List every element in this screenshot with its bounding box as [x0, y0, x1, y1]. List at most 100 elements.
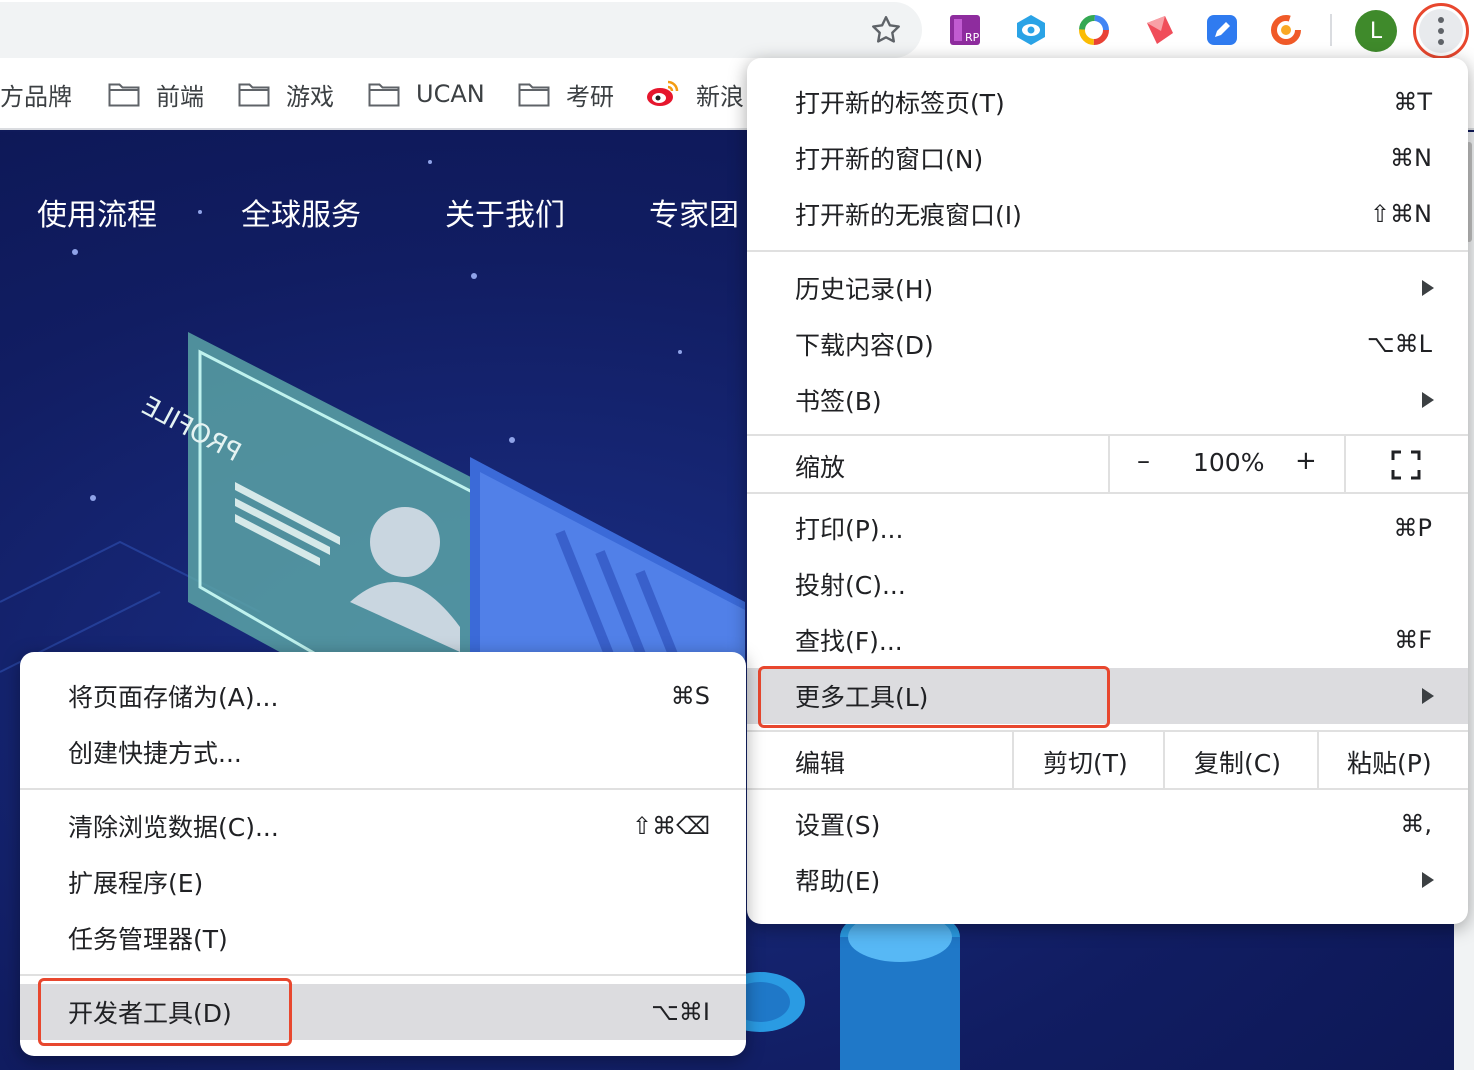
submenu-arrow-icon	[1422, 392, 1434, 408]
submenu-arrow-icon	[1422, 688, 1434, 704]
browser-toolbar: RP L	[0, 0, 1474, 62]
submenu-arrow-icon	[1422, 872, 1434, 888]
menu-item-downloads[interactable]: 下载内容(D) ⌥⌘L	[747, 316, 1468, 372]
zoom-out-button[interactable]: –	[1137, 446, 1150, 476]
menu-separator	[20, 788, 746, 790]
menu-shortcut: ⇧⌘⌫	[631, 812, 710, 840]
nav-item[interactable]: 使用流程	[37, 190, 157, 234]
menu-zoom-row: 缩放 – 100% +	[747, 436, 1468, 492]
paste-button[interactable]: 粘贴(P)	[1347, 744, 1432, 780]
more-vert-icon	[1419, 9, 1463, 53]
menu-separator	[747, 788, 1468, 790]
annotation-highlight-box	[758, 666, 1110, 728]
menu-item-new-window[interactable]: 打开新的窗口(N) ⌘N	[747, 130, 1468, 186]
menu-item-print[interactable]: 打印(P)... ⌘P	[747, 500, 1468, 556]
menu-shortcut: ⌘N	[1390, 144, 1432, 172]
zoom-in-button[interactable]: +	[1295, 446, 1317, 476]
bookmark-label: 方品牌	[0, 82, 72, 111]
orange-ring-extension-icon[interactable]	[1269, 13, 1303, 47]
bookmark-folder[interactable]: 前端	[108, 76, 204, 112]
menu-label: 任务管理器(T)	[68, 925, 228, 954]
menu-item-history[interactable]: 历史记录(H)	[747, 260, 1468, 316]
menu-separator	[747, 492, 1468, 494]
menu-label: 历史记录(H)	[795, 275, 934, 304]
copy-button[interactable]: 复制(C)	[1194, 744, 1281, 780]
color-ring-extension-icon[interactable]	[1077, 13, 1111, 47]
menu-separator	[747, 250, 1468, 252]
menu-item-save-page[interactable]: 将页面存储为(A)... ⌘S	[20, 668, 746, 724]
menu-item-task-manager[interactable]: 任务管理器(T)	[20, 910, 746, 966]
nav-item[interactable]: 关于我们	[445, 190, 565, 234]
profile-avatar[interactable]: L	[1355, 10, 1397, 52]
zoom-divider	[1108, 436, 1110, 492]
bookmark-item[interactable]: 方品牌	[0, 76, 72, 112]
menu-item-create-shortcut[interactable]: 创建快捷方式...	[20, 724, 746, 780]
bookmark-label: 游戏	[286, 82, 334, 111]
menu-item-bookmarks[interactable]: 书签(B)	[747, 372, 1468, 428]
bookmark-label: UCAN	[416, 80, 485, 108]
menu-item-new-tab[interactable]: 打开新的标签页(T) ⌘T	[747, 74, 1468, 130]
menu-label: 查找(F)...	[795, 627, 903, 656]
nav-item[interactable]: 全球服务	[241, 190, 361, 234]
menu-shortcut: ⌘T	[1393, 88, 1432, 116]
folder-icon	[518, 83, 550, 107]
red-shape-extension-icon[interactable]	[1143, 13, 1177, 47]
more-tools-submenu: 将页面存储为(A)... ⌘S 创建快捷方式... 清除浏览数据(C)... ⇧…	[20, 652, 746, 1056]
folder-icon	[108, 83, 140, 107]
menu-label: 扩展程序(E)	[68, 869, 204, 898]
menu-shortcut: ⌘S	[670, 682, 710, 710]
bookmark-label: 新浪	[696, 82, 744, 111]
menu-label: 打开新的标签页(T)	[795, 89, 1005, 118]
menu-separator	[20, 974, 746, 976]
address-bar[interactable]	[0, 2, 922, 58]
eye-extension-icon[interactable]	[1014, 13, 1048, 47]
bookmark-star-icon[interactable]	[868, 12, 904, 48]
fullscreen-icon[interactable]	[1391, 450, 1421, 480]
menu-label: 将页面存储为(A)...	[68, 683, 279, 712]
nav-item[interactable]: 专家团	[649, 190, 739, 234]
toolbar-divider	[1330, 14, 1332, 46]
menu-item-find[interactable]: 查找(F)... ⌘F	[747, 612, 1468, 668]
menu-label: 书签(B)	[795, 387, 882, 416]
bookmark-label: 前端	[156, 82, 204, 111]
menu-label: 打开新的窗口(N)	[795, 145, 984, 174]
menu-shortcut: ⌥⌘L	[1366, 330, 1432, 358]
menu-label: 帮助(E)	[795, 867, 881, 896]
menu-item-cast[interactable]: 投射(C)...	[747, 556, 1468, 612]
menu-label: 打印(P)...	[795, 515, 904, 544]
weibo-icon	[647, 80, 679, 106]
menu-edit-row: 编辑 剪切(T) 复制(C) 粘贴(P)	[747, 732, 1468, 788]
menu-item-help[interactable]: 帮助(E)	[747, 852, 1468, 908]
edit-divider	[1317, 732, 1319, 788]
zoom-label: 缩放	[795, 453, 846, 482]
menu-label: 下载内容(D)	[795, 331, 934, 360]
submenu-arrow-icon	[1422, 280, 1434, 296]
edit-divider	[1012, 732, 1014, 788]
chrome-menu-button[interactable]	[1413, 3, 1469, 59]
menu-shortcut: ⌥⌘I	[651, 998, 710, 1026]
rp-extension-icon[interactable]: RP	[948, 13, 982, 47]
annotation-highlight-box	[38, 978, 292, 1046]
menu-label: 设置(S)	[795, 811, 881, 840]
menu-item-extensions[interactable]: 扩展程序(E)	[20, 854, 746, 910]
cut-button[interactable]: 剪切(T)	[1043, 744, 1128, 780]
bookmark-folder[interactable]: UCAN	[368, 76, 485, 112]
bookmark-folder[interactable]: 考研	[518, 76, 614, 112]
menu-shortcut: ⌘P	[1393, 514, 1432, 542]
bookmark-item[interactable]: 新浪	[646, 76, 744, 112]
folder-icon	[238, 83, 270, 107]
bookmark-label: 考研	[566, 82, 614, 111]
menu-item-clear-browsing-data[interactable]: 清除浏览数据(C)... ⇧⌘⌫	[20, 798, 746, 854]
svg-text:RP: RP	[965, 31, 980, 44]
bookmark-folder[interactable]: 游戏	[238, 76, 334, 112]
menu-label: 清除浏览数据(C)...	[68, 813, 279, 842]
zoom-level: 100%	[1193, 448, 1265, 477]
folder-icon	[368, 83, 400, 107]
menu-item-incognito[interactable]: 打开新的无痕窗口(I) ⇧⌘N	[747, 186, 1468, 242]
blue-pen-extension-icon[interactable]	[1205, 13, 1239, 47]
edit-label: 编辑	[795, 749, 846, 778]
chrome-main-menu: 打开新的标签页(T) ⌘T 打开新的窗口(N) ⌘N 打开新的无痕窗口(I) ⇧…	[747, 58, 1468, 924]
menu-item-settings[interactable]: 设置(S) ⌘,	[747, 796, 1468, 852]
menu-shortcut: ⌘,	[1400, 810, 1432, 838]
menu-shortcut: ⌘F	[1394, 626, 1432, 654]
